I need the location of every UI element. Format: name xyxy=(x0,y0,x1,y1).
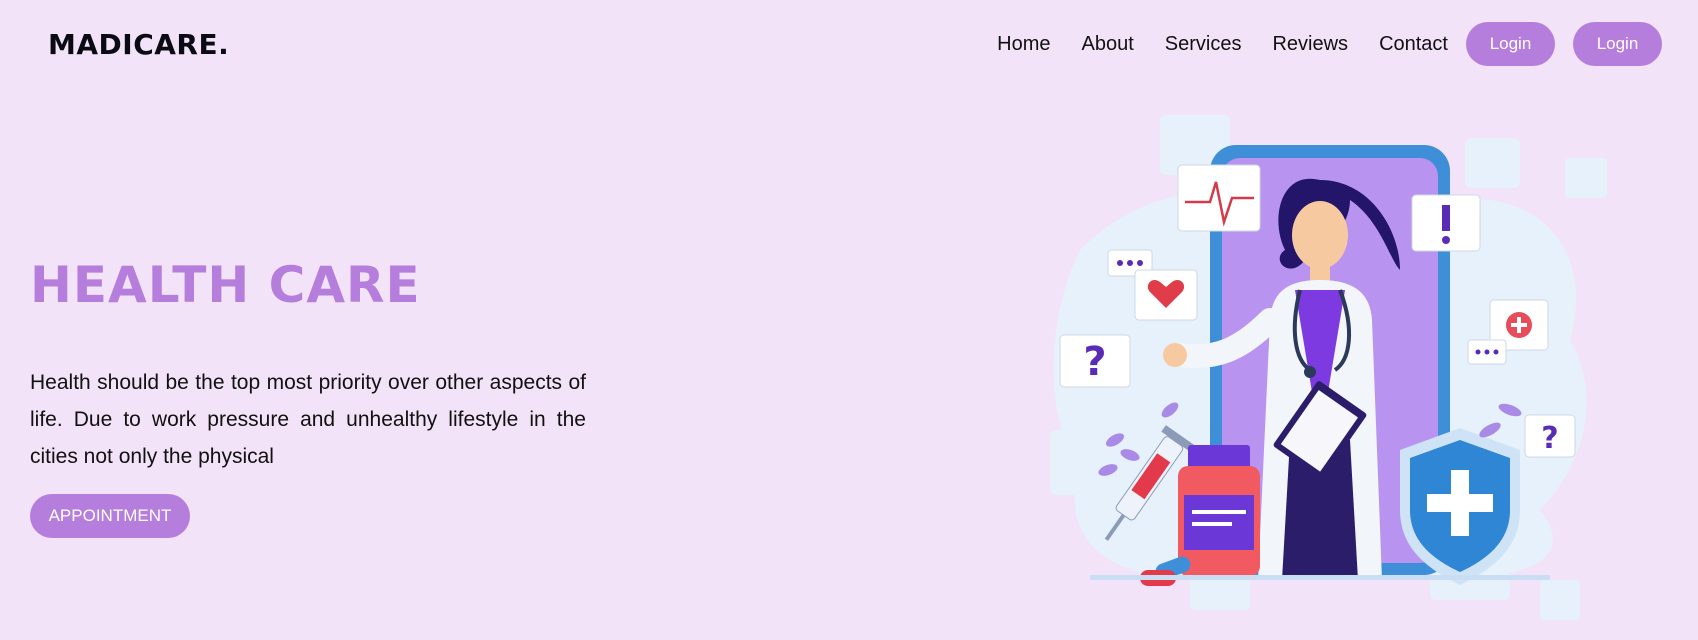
doctor-phone-illustration: ? ? xyxy=(1050,115,1607,620)
login-button-secondary[interactable]: Login xyxy=(1573,22,1662,66)
main-nav: Home About Services Reviews Contact Logi… xyxy=(997,22,1662,66)
heart-icon xyxy=(1134,269,1198,321)
svg-text:?: ? xyxy=(1083,339,1106,385)
nav-reviews[interactable]: Reviews xyxy=(1272,33,1348,56)
hero-description: Health should be the top most priority o… xyxy=(30,371,586,468)
svg-text:?: ? xyxy=(1541,421,1558,456)
exclamation-icon xyxy=(1411,194,1481,252)
nav-contact[interactable]: Contact xyxy=(1379,33,1448,56)
appointment-button[interactable]: APPOINTMENT xyxy=(30,494,190,538)
nav-home[interactable]: Home xyxy=(997,33,1050,56)
nav-about[interactable]: About xyxy=(1082,33,1134,56)
brand-logo[interactable]: MADICARE. xyxy=(48,28,229,61)
question-icon: ? xyxy=(1524,414,1576,458)
site-header: MADICARE. Home About Services Reviews Co… xyxy=(0,0,1698,90)
hero-title: HEALTH CARE xyxy=(30,256,421,314)
heartbeat-monitor-icon xyxy=(1177,164,1261,232)
chat-dots-icon xyxy=(1467,339,1507,365)
medicine-bottle-icon xyxy=(1178,445,1260,576)
question-icon: ? xyxy=(1059,334,1131,388)
landing-page: MADICARE. Home About Services Reviews Co… xyxy=(0,0,1698,640)
login-button[interactable]: Login xyxy=(1466,22,1555,66)
nav-services[interactable]: Services xyxy=(1165,33,1242,56)
floor-line xyxy=(1090,575,1550,580)
